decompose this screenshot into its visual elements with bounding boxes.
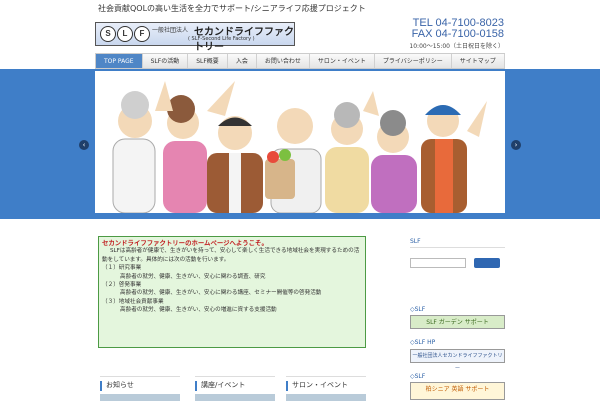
activity-item-body: 高齢者の就労、健康、生きがい、安心に関わる調査、研究 (120, 273, 266, 280)
slf-emblem: S L F (100, 26, 151, 42)
events-box[interactable]: 講座/イベント (195, 376, 275, 401)
box-accent (195, 381, 197, 391)
activity-item-head: （３）地域社会貢献事業 (102, 298, 164, 305)
emblem-letter: F (134, 26, 150, 42)
salon-box[interactable]: サロン・イベント (286, 376, 366, 401)
sidebar-section-label: ◇SLF (410, 373, 426, 380)
site-tagline: 社会貢献QOLの高い生活を全力でサポート/シニアライフ応援プロジェクト (98, 4, 366, 13)
hero-slide-image (95, 71, 505, 213)
nav-tab-about[interactable]: SLF概要 (188, 54, 228, 68)
activity-item-body: 高齢者の就労、健康、生きがい、安心に関わる講座、セミナー開催等の啓発活動 (120, 290, 322, 297)
logo-org-type: 一般社団法人 (152, 27, 189, 34)
main-nav: TOP PAGE SLFの活動 SLF概要 入会 お問い合わせ サロン・イベント… (95, 53, 505, 69)
search-input[interactable] (410, 258, 466, 268)
nav-tab-join[interactable]: 入会 (228, 54, 257, 68)
box-label: お知らせ (106, 381, 134, 389)
nav-tab-privacy[interactable]: プライバシーポリシー (375, 54, 452, 68)
activity-item-body: 高齢者の就労、健康、生きがい、安心の増進に資する支援活動 (120, 307, 277, 314)
news-box[interactable]: お知らせ (100, 376, 180, 401)
box-label: 講座/イベント (201, 381, 246, 389)
emblem-letter: S (100, 26, 116, 42)
sidebar-section-label: ◇SLF (410, 306, 426, 313)
sidebar-link-slf[interactable]: SLF (410, 238, 421, 245)
welcome-intro: SLFは高齢者が健康で、生きがいを持って、安心して楽しく生活できる地域社会を実現… (102, 248, 360, 263)
nav-tab-activities[interactable]: SLFの活動 (143, 54, 189, 68)
activity-item-head: （２）啓発事業 (102, 282, 142, 289)
box-accent (286, 381, 288, 391)
seniors-illustration (112, 81, 487, 213)
english-support-banner[interactable]: 柏シニア 英語 サポート (410, 382, 505, 400)
logo-subtitle: ( SLF-Second Life Factory ) (188, 36, 255, 42)
search-button[interactable] (474, 258, 500, 268)
nav-tab-salon[interactable]: サロン・イベント (310, 54, 375, 68)
welcome-title: セカンドライフファクトリーのホームページへようこそ。 (102, 239, 268, 247)
office-hours: 10:00～15:00（土日祝日を除く） (409, 43, 504, 50)
site-logo[interactable]: S L F 一般社団法人 セカンドライフファクトリー ( SLF-Second … (95, 22, 295, 53)
nav-tab-contact[interactable]: お問い合わせ (257, 54, 310, 68)
sidebar-section-label: ◇SLF HP (410, 339, 436, 346)
welcome-box: セカンドライフファクトリーのホームページへようこそ。 SLFは高齢者が健康で、生… (98, 236, 366, 348)
box-label: サロン・イベント (292, 381, 348, 389)
contact-info: TEL 04-7100-8023 FAX 04-7100-0158 10:00～… (409, 18, 504, 51)
fax-number: FAX 04-7100-0158 (411, 28, 504, 40)
slf-hp-banner[interactable]: 一般社団法人セカンドライフファクトリー (410, 349, 505, 372)
divider (410, 247, 505, 248)
nav-tab-sitemap[interactable]: サイトマップ (452, 54, 505, 68)
box-accent (100, 381, 102, 391)
nav-tab-top[interactable]: TOP PAGE (96, 54, 143, 68)
slider-prev-button[interactable]: ‹ (79, 140, 89, 150)
garden-support-banner[interactable]: SLF ガーデン サポート (410, 315, 505, 329)
slider-next-button[interactable]: › (511, 140, 521, 150)
activity-item-head: （１）研究事業 (102, 265, 142, 272)
emblem-letter: L (117, 26, 133, 42)
